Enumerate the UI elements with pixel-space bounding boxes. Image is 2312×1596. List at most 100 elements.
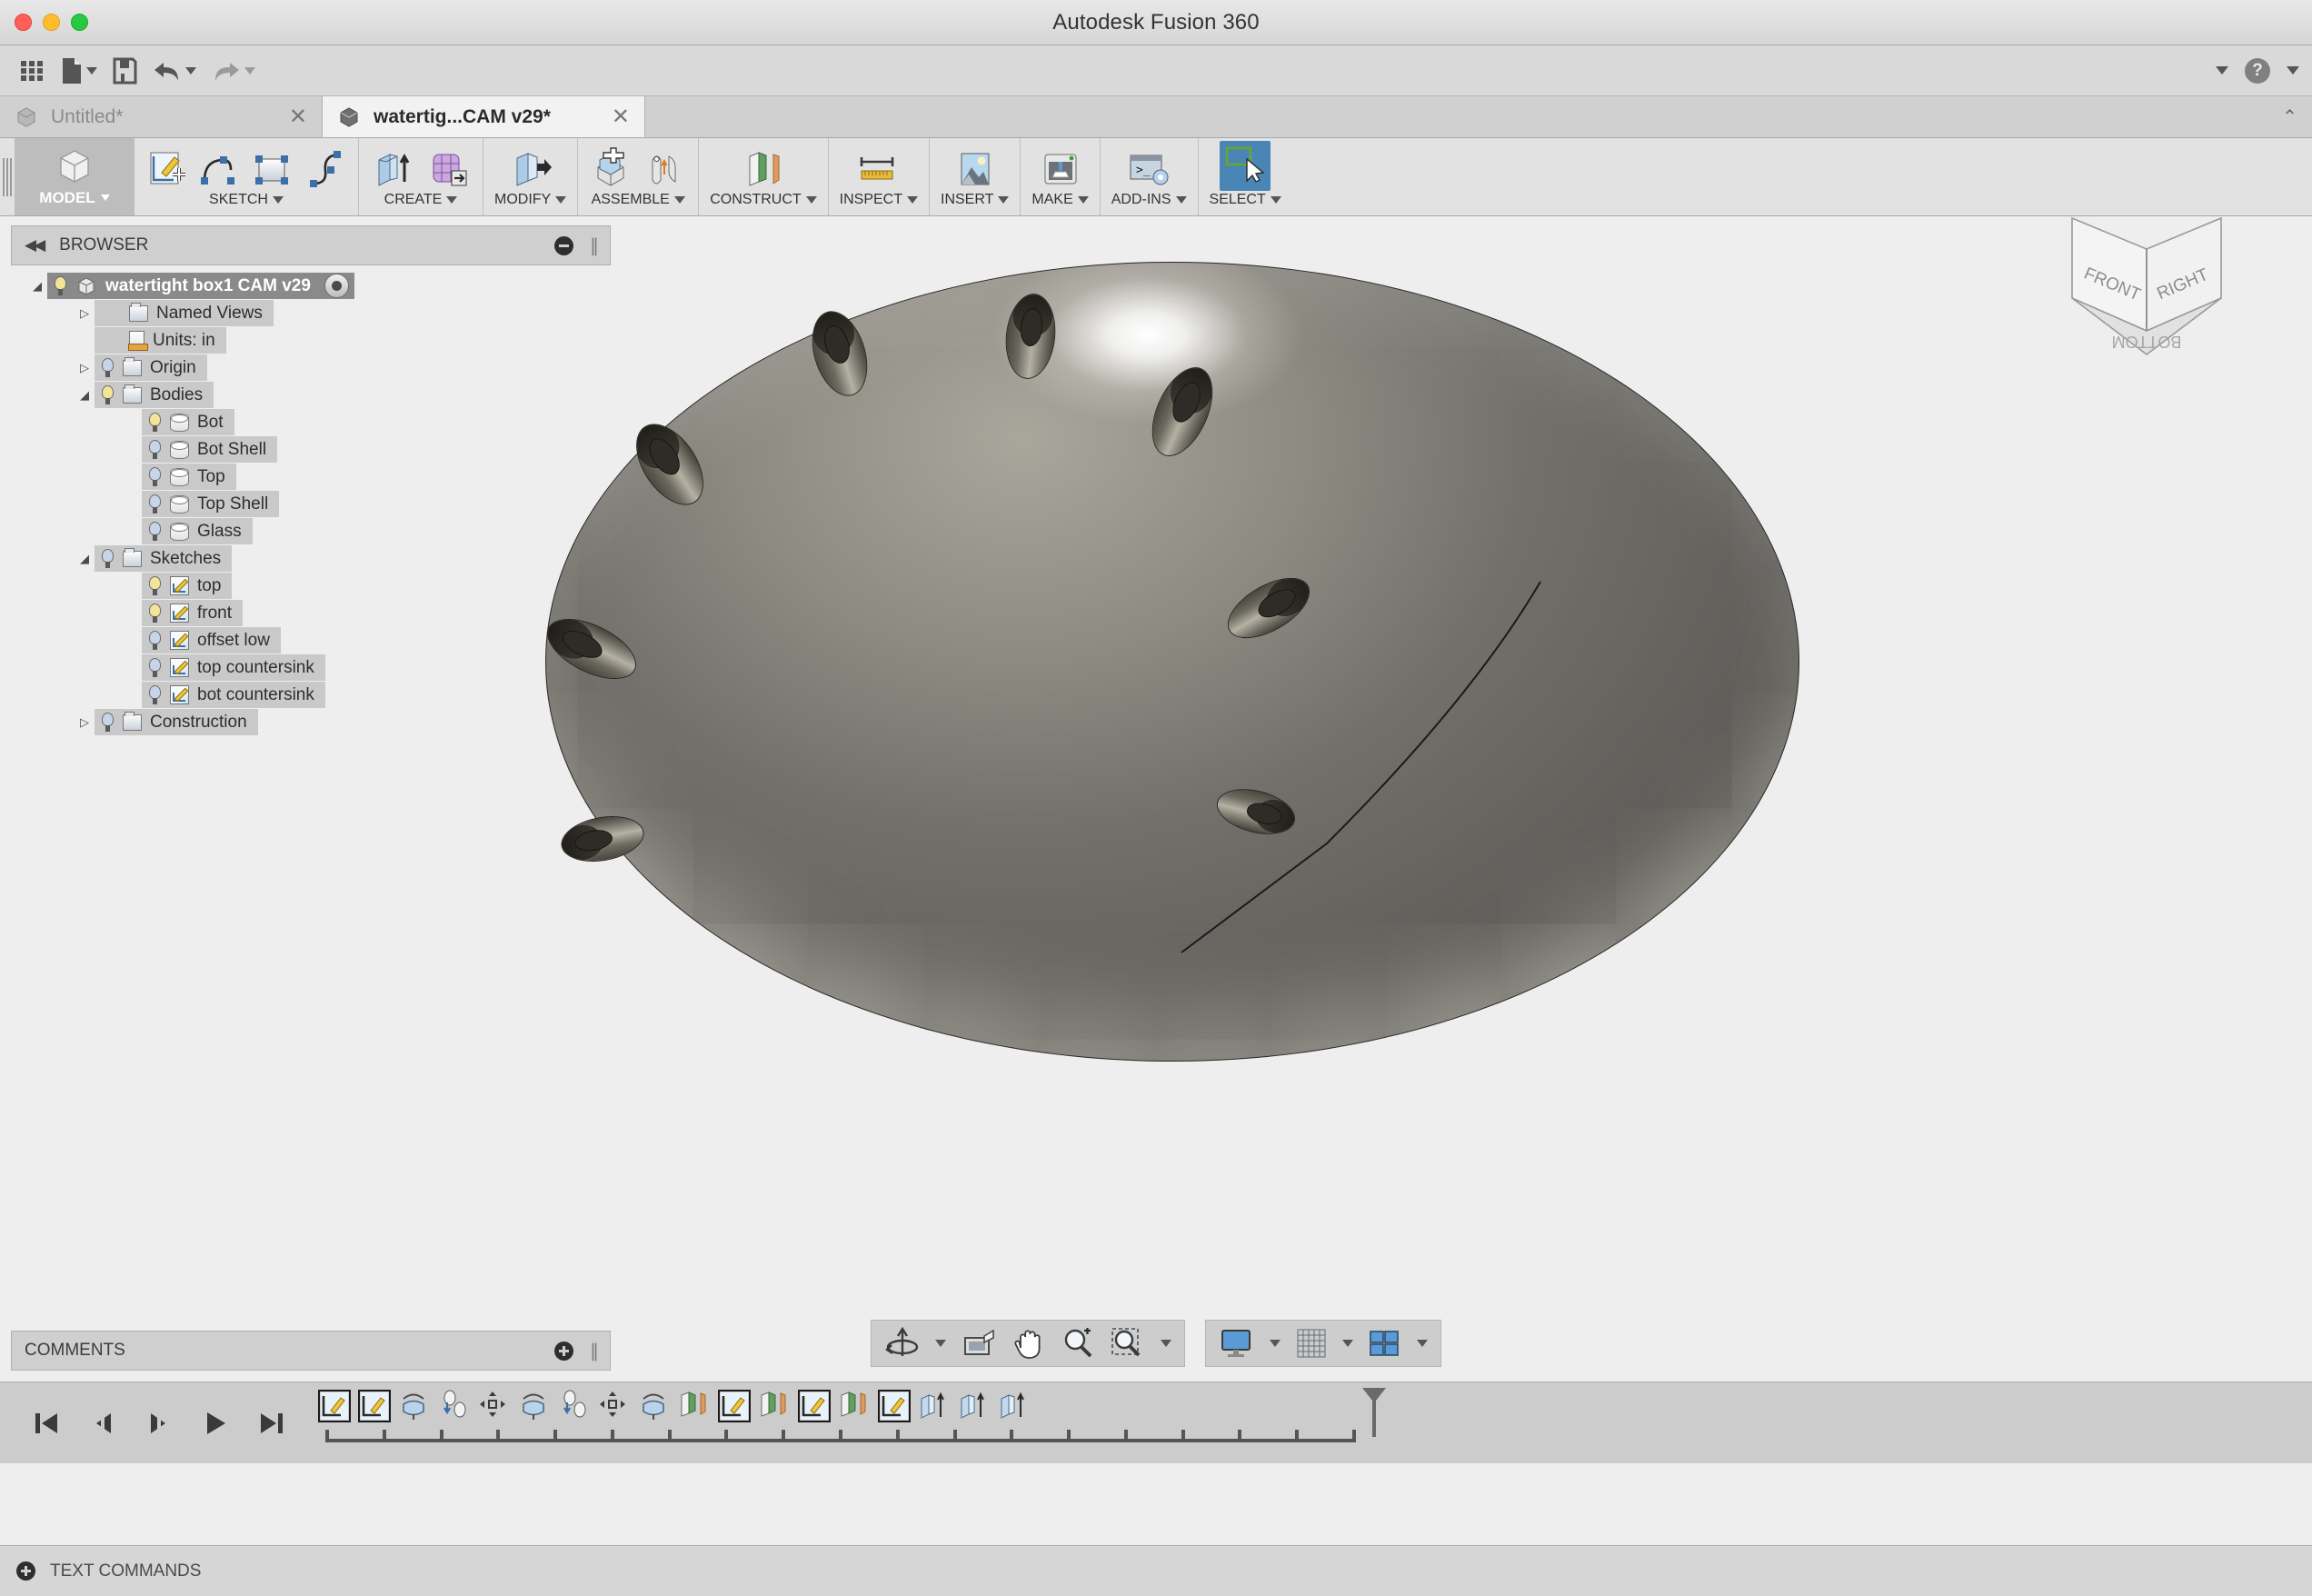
circle-plus-icon[interactable]: [16, 1561, 35, 1581]
browser-tree-item[interactable]: ◢ watertight box1 CAM v29: [11, 273, 611, 299]
document-tab-watertight[interactable]: watertig...CAM v29* ✕: [323, 96, 645, 137]
browser-tree-chip[interactable]: Origin: [95, 354, 207, 381]
joint-icon[interactable]: [645, 147, 687, 191]
hand-pan-icon[interactable]: [1012, 1326, 1046, 1361]
browser-tree-item[interactable]: ◢ Bodies: [11, 382, 611, 408]
ribbon-group-sketch[interactable]: SKETCH: [135, 138, 359, 215]
form-icon[interactable]: [426, 147, 472, 191]
browser-tree-item[interactable]: Bot Shell: [11, 436, 611, 463]
timeline-feature-construct-plane[interactable]: [678, 1390, 711, 1422]
viewport-canvas[interactable]: ◀◀ BROWSER ∥ ◢ watertight box1 CAM v29 ▷ Na…: [0, 216, 2312, 1382]
browser-tree-chip[interactable]: watertight box1 CAM v29: [47, 273, 354, 299]
panel-resize-grip[interactable]: ∥: [590, 1340, 599, 1362]
zoom-menu-caret[interactable]: [1161, 1340, 1171, 1347]
model-3d[interactable]: [537, 262, 1799, 1062]
countersink-hole[interactable]: [557, 810, 648, 868]
tree-expand-arrow-icon[interactable]: ◢: [75, 552, 95, 566]
browser-tree-item[interactable]: ▷ Origin: [11, 354, 611, 381]
tree-expand-arrow-icon[interactable]: ◢: [75, 388, 95, 403]
browser-tree-chip[interactable]: Sketches: [95, 545, 233, 572]
grid-icon[interactable]: [1295, 1327, 1328, 1360]
countersink-hole[interactable]: [1218, 565, 1320, 651]
visibility-bulb-icon[interactable]: [148, 684, 162, 705]
look-at-icon[interactable]: [961, 1327, 997, 1360]
timeline-feature-revolve[interactable]: [398, 1390, 431, 1422]
panel-resize-grip[interactable]: ∥: [590, 234, 599, 257]
circle-plus-icon[interactable]: [554, 1341, 573, 1361]
app-grid-button[interactable]: [13, 54, 51, 88]
browser-tree-item[interactable]: ◢ Sketches: [11, 545, 611, 572]
display-menu-caret[interactable]: [1270, 1340, 1281, 1347]
extrude-icon[interactable]: [370, 147, 415, 191]
timeline-feature-extrude[interactable]: [958, 1390, 991, 1422]
browser-tree-chip[interactable]: offset low: [142, 627, 281, 653]
ribbon-group-create[interactable]: CREATE: [359, 138, 483, 215]
monitor-icon[interactable]: [1219, 1327, 1255, 1360]
chevron-down-icon[interactable]: [244, 66, 255, 75]
timeline-feature-sketch[interactable]: [878, 1389, 911, 1422]
tree-expand-arrow-icon[interactable]: ▷: [75, 715, 95, 730]
browser-tree-item[interactable]: ▷ Named Views: [11, 300, 611, 326]
new-component-icon[interactable]: [589, 147, 634, 191]
skip-forward-icon[interactable]: [256, 1408, 287, 1439]
countersink-hole[interactable]: [1002, 291, 1060, 382]
insert-image-icon[interactable]: [953, 147, 997, 191]
browser-tree-chip[interactable]: top countersink: [142, 654, 325, 681]
play-icon[interactable]: [200, 1408, 231, 1439]
browser-tree-chip[interactable]: top: [142, 573, 233, 599]
browser-tree-chip[interactable]: Units: in: [95, 327, 226, 354]
save-button[interactable]: [106, 54, 143, 88]
orbit-menu-caret[interactable]: [935, 1340, 946, 1347]
visibility-bulb-icon[interactable]: [101, 357, 115, 378]
countersink-hole[interactable]: [1211, 782, 1300, 842]
ribbon-group-modify[interactable]: MODIFY: [483, 138, 579, 215]
activate-component-radio[interactable]: [324, 274, 349, 298]
timeline-track[interactable]: [318, 1382, 2312, 1464]
timeline-feature-hole[interactable]: [558, 1390, 591, 1422]
overflow-menu-button[interactable]: [2216, 66, 2228, 75]
timeline-feature-hole[interactable]: [438, 1390, 471, 1422]
visibility-bulb-icon[interactable]: [148, 575, 162, 596]
viewports-menu-caret[interactable]: [1417, 1340, 1428, 1347]
browser-tree-item[interactable]: top countersink: [11, 654, 611, 681]
visibility-bulb-icon[interactable]: [54, 275, 67, 296]
document-tab-untitled[interactable]: Untitled* ✕: [0, 96, 323, 137]
select-cursor-icon[interactable]: [1220, 141, 1271, 191]
close-tab-button[interactable]: ✕: [612, 105, 630, 128]
skip-back-icon[interactable]: [31, 1408, 62, 1439]
browser-tree-item[interactable]: Bot: [11, 409, 611, 435]
visibility-bulb-icon[interactable]: [101, 384, 115, 405]
ribbon-group-construct[interactable]: CONSTRUCT: [699, 138, 829, 215]
visibility-bulb-icon[interactable]: [101, 548, 115, 569]
chevron-down-icon[interactable]: [185, 66, 196, 75]
browser-tree-chip[interactable]: Top: [142, 464, 236, 490]
offset-plane-icon[interactable]: [739, 147, 788, 191]
help-menu-button[interactable]: [2287, 66, 2299, 75]
tree-expand-arrow-icon[interactable]: ◢: [27, 279, 47, 294]
browser-tree-item[interactable]: top: [11, 573, 611, 599]
press-pull-icon[interactable]: [508, 147, 553, 191]
ribbon-group-insert[interactable]: INSERT: [930, 138, 1021, 215]
countersink-hole[interactable]: [802, 304, 877, 404]
timeline-feature-construct-plane[interactable]: [838, 1390, 871, 1422]
step-back-icon[interactable]: [87, 1408, 118, 1439]
browser-tree-chip[interactable]: front: [142, 600, 244, 626]
countersink-hole[interactable]: [1140, 358, 1225, 465]
grid-menu-caret[interactable]: [1342, 1340, 1353, 1347]
arc-icon[interactable]: [200, 151, 242, 191]
timeline-feature-construct-plane[interactable]: [758, 1390, 791, 1422]
browser-tree-chip[interactable]: Named Views: [95, 300, 274, 326]
timeline-feature-sketch[interactable]: [798, 1389, 831, 1422]
browser-tree-item[interactable]: front: [11, 600, 611, 626]
viewports-icon[interactable]: [1368, 1327, 1402, 1360]
browser-tree-item[interactable]: ▷ Construction: [11, 709, 611, 735]
timeline-feature-extrude[interactable]: [998, 1390, 1031, 1422]
timeline-feature-revolve[interactable]: [518, 1390, 551, 1422]
visibility-bulb-icon[interactable]: [101, 712, 115, 733]
question-mark-icon[interactable]: ?: [2245, 57, 2270, 84]
text-commands-bar[interactable]: TEXT COMMANDS: [0, 1545, 2312, 1596]
tree-expand-arrow-icon[interactable]: ▷: [75, 306, 95, 321]
timeline-feature-extrude[interactable]: [918, 1390, 951, 1422]
browser-tree-item[interactable]: Top: [11, 464, 611, 490]
new-document-button[interactable]: [55, 53, 103, 89]
